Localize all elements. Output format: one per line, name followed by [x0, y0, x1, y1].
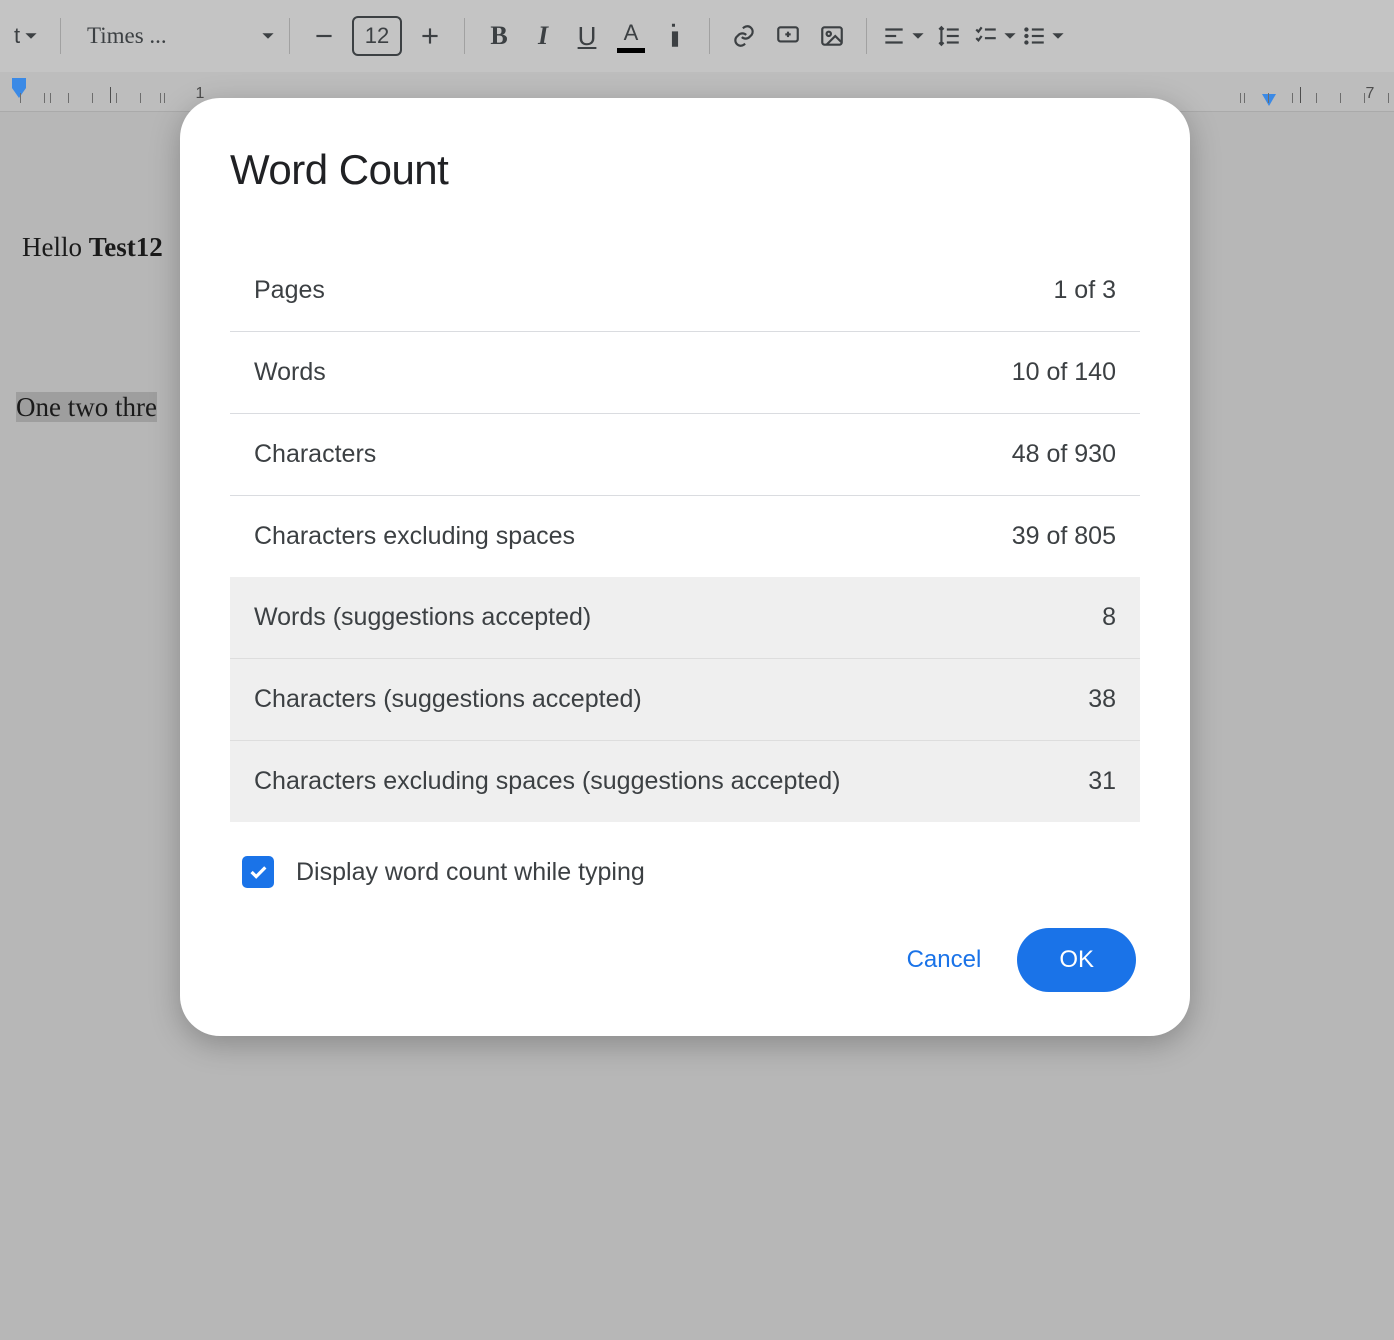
stat-value: 31 — [1088, 767, 1116, 796]
dialog-actions: Cancel OK — [230, 928, 1140, 992]
word-count-dialog: Word Count Pages 1 of 3 Words 10 of 140 … — [180, 98, 1190, 1036]
suggestions-group: Words (suggestions accepted) 8 Character… — [230, 577, 1140, 822]
stat-value: 39 of 805 — [1012, 522, 1116, 551]
display-while-typing-option[interactable]: Display word count while typing — [230, 856, 1140, 888]
stat-value: 1 of 3 — [1053, 276, 1116, 305]
stat-label: Words — [254, 358, 326, 387]
stat-value: 10 of 140 — [1012, 358, 1116, 387]
stat-value: 8 — [1102, 603, 1116, 632]
checkbox-label: Display word count while typing — [296, 858, 645, 887]
stat-row-words-suggestions: Words (suggestions accepted) 8 — [230, 577, 1140, 659]
stat-label: Words (suggestions accepted) — [254, 603, 591, 632]
ok-button[interactable]: OK — [1017, 928, 1136, 992]
stat-label: Characters excluding spaces — [254, 522, 575, 551]
stat-row-characters: Characters 48 of 930 — [230, 414, 1140, 496]
stat-value: 48 of 930 — [1012, 440, 1116, 469]
stat-row-characters-suggestions: Characters (suggestions accepted) 38 — [230, 659, 1140, 741]
word-count-table: Pages 1 of 3 Words 10 of 140 Characters … — [230, 250, 1140, 822]
stat-label: Characters excluding spaces (suggestions… — [254, 767, 840, 796]
stat-label: Characters (suggestions accepted) — [254, 685, 642, 714]
dialog-title: Word Count — [230, 146, 1140, 194]
stat-label: Characters — [254, 440, 376, 469]
cancel-button[interactable]: Cancel — [907, 946, 982, 974]
stat-label: Pages — [254, 276, 325, 305]
stat-value: 38 — [1088, 685, 1116, 714]
stat-row-characters-no-spaces: Characters excluding spaces 39 of 805 — [230, 496, 1140, 578]
checkbox-checked-icon[interactable] — [242, 856, 274, 888]
stat-row-pages: Pages 1 of 3 — [230, 250, 1140, 332]
stat-row-words: Words 10 of 140 — [230, 332, 1140, 414]
stat-row-characters-no-spaces-suggestions: Characters excluding spaces (suggestions… — [230, 741, 1140, 822]
